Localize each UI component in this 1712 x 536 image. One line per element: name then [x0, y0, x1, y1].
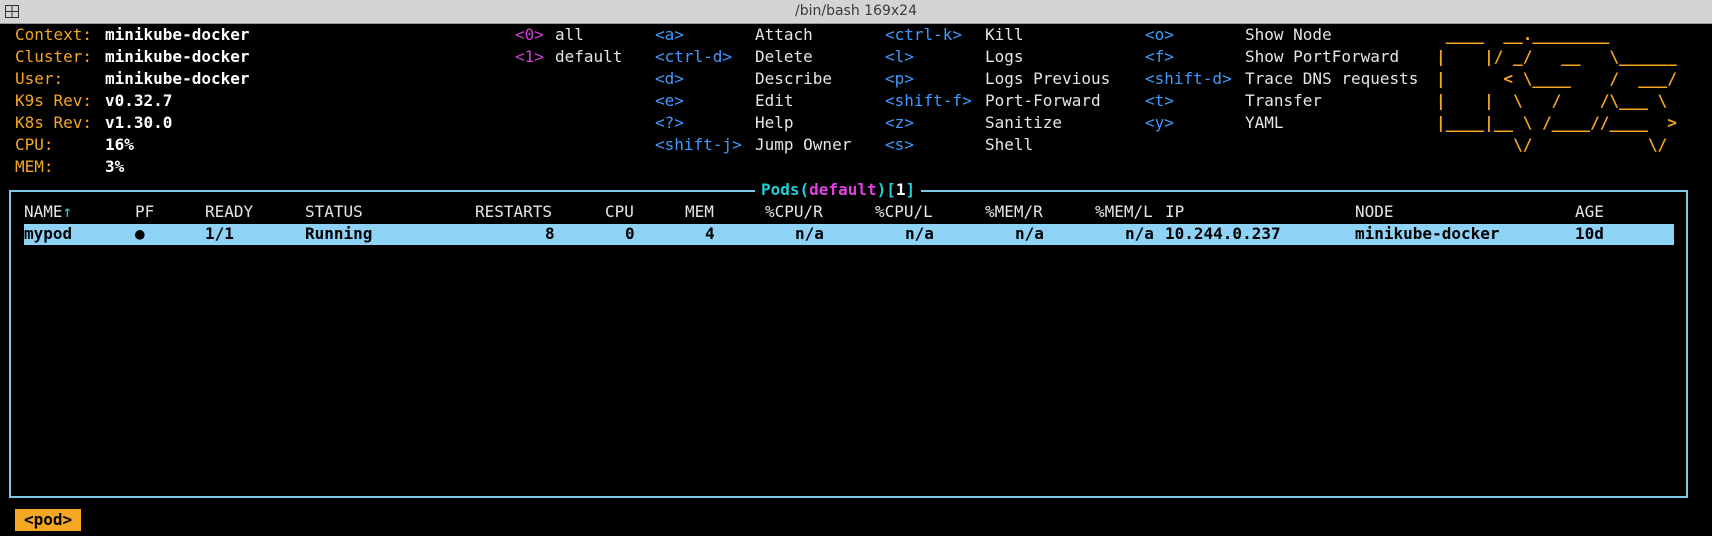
- view-close-bracket: ]: [905, 180, 916, 199]
- column-header-cpu-l[interactable]: %CPU/L: [875, 201, 933, 223]
- column-header-cpu[interactable]: CPU: [605, 201, 634, 223]
- info-value-context: minikube-docker: [105, 25, 250, 44]
- view-resource: Pods: [761, 180, 800, 199]
- info-label-k9s-rev: K9s Rev:: [15, 91, 93, 110]
- shortcut-jump-owner[interactable]: Jump Owner: [755, 134, 851, 156]
- info-value-mem: 3%: [105, 157, 125, 176]
- shortcut-logs[interactable]: Logs: [985, 46, 1024, 68]
- view-title: Pods(default)[1]: [755, 179, 922, 201]
- logo-line: | |/ _/ __ \______: [1436, 47, 1677, 66]
- info-label-context: Context:: [15, 25, 93, 44]
- cell-cpu: 0: [625, 224, 635, 243]
- breadcrumb-pod[interactable]: <pod>: [15, 509, 82, 531]
- shortcut-key-kill[interactable]: <ctrl-k>: [885, 24, 962, 46]
- view-open-paren: (: [799, 180, 810, 199]
- shortcut-trace-dns[interactable]: Trace DNS requests: [1245, 68, 1418, 90]
- shortcut-key-help[interactable]: <?>: [655, 112, 684, 134]
- column-header-mem[interactable]: MEM: [685, 201, 714, 223]
- shortcut-key-trace-dns[interactable]: <shift-d>: [1145, 68, 1232, 90]
- port-forward-dot-icon: ●: [135, 224, 145, 243]
- window-title: /bin/bash 169x24: [795, 3, 917, 19]
- column-header-status[interactable]: STATUS: [305, 201, 363, 223]
- column-header-mem-r[interactable]: %MEM/R: [985, 201, 1043, 223]
- shortcut-key-edit[interactable]: <e>: [655, 90, 684, 112]
- column-header-restarts[interactable]: RESTARTS: [475, 201, 552, 223]
- info-value-k9s-rev: v0.32.7: [105, 91, 173, 110]
- view-namespace: default: [809, 180, 877, 199]
- shortcut-logs-previous[interactable]: Logs Previous: [985, 68, 1110, 90]
- column-header-ip[interactable]: IP: [1165, 201, 1184, 223]
- cell-mem-l: n/a: [1125, 224, 1154, 243]
- cell-cpu-l: n/a: [905, 224, 934, 243]
- shortcut-transfer[interactable]: Transfer: [1245, 90, 1322, 112]
- shortcut-edit[interactable]: Edit: [755, 90, 794, 112]
- shortcut-key-jump-owner[interactable]: <shift-j>: [655, 134, 742, 156]
- cell-status: Running: [305, 224, 373, 243]
- cell-ready: 1/1: [205, 224, 234, 243]
- window-titlebar: /bin/bash 169x24: [0, 0, 1712, 24]
- info-label-cpu: CPU:: [15, 135, 54, 154]
- info-label-k8s-rev: K8s Rev:: [15, 113, 93, 132]
- shortcut-shell[interactable]: Shell: [985, 134, 1033, 156]
- shortcut-help[interactable]: Help: [755, 112, 794, 134]
- namespace-default[interactable]: default: [555, 46, 622, 68]
- shortcut-port-forward[interactable]: Port-Forward: [985, 90, 1101, 112]
- shortcut-key-port-forward[interactable]: <shift-f>: [885, 90, 972, 112]
- column-header-mem-l[interactable]: %MEM/L: [1095, 201, 1153, 223]
- cell-mem-r: n/a: [1015, 224, 1044, 243]
- column-header-age[interactable]: AGE: [1575, 201, 1604, 223]
- shortcut-yaml[interactable]: YAML: [1245, 112, 1284, 134]
- shortcut-describe[interactable]: Describe: [755, 68, 832, 90]
- shortcut-show-node[interactable]: Show Node: [1245, 24, 1332, 46]
- logo-line: ____ __.________: [1436, 25, 1610, 44]
- namespace-key-default[interactable]: <1>: [515, 46, 544, 68]
- shortcut-key-delete[interactable]: <ctrl-d>: [655, 46, 732, 68]
- shortcut-sanitize[interactable]: Sanitize: [985, 112, 1062, 134]
- cell-node: minikube-docker: [1355, 224, 1500, 243]
- view-count: 1: [895, 180, 906, 199]
- cell-name: mypod: [24, 224, 73, 243]
- info-label-user: User:: [15, 69, 64, 88]
- shortcut-delete[interactable]: Delete: [755, 46, 813, 68]
- view-open-bracket: [: [886, 180, 896, 199]
- shortcut-key-transfer[interactable]: <t>: [1145, 90, 1174, 112]
- cell-cpu-r: n/a: [795, 224, 824, 243]
- shortcut-attach[interactable]: Attach: [755, 24, 813, 46]
- info-label-cluster: Cluster:: [15, 47, 93, 66]
- column-header-ready[interactable]: READY: [205, 201, 253, 223]
- info-value-cluster: minikube-docker: [105, 47, 250, 66]
- shortcut-key-describe[interactable]: <d>: [655, 68, 684, 90]
- cell-mem: 4: [705, 224, 715, 243]
- namespace-key-all[interactable]: <0>: [515, 24, 544, 46]
- info-value-k8s-rev: v1.30.0: [105, 113, 173, 132]
- shortcut-key-attach[interactable]: <a>: [655, 24, 684, 46]
- shortcut-key-logs-previous[interactable]: <p>: [885, 68, 914, 90]
- view-close-paren: ): [876, 180, 887, 199]
- column-header-cpu-r[interactable]: %CPU/R: [765, 201, 823, 223]
- logo-line: | < \____ / ___/: [1436, 69, 1677, 88]
- shortcut-key-show-portforward[interactable]: <f>: [1145, 46, 1174, 68]
- info-value-user: minikube-docker: [105, 69, 250, 88]
- shortcut-kill[interactable]: Kill: [985, 24, 1024, 46]
- shortcut-key-yaml[interactable]: <y>: [1145, 112, 1174, 134]
- logo-line: |____|__ \ /____//____ >: [1436, 113, 1677, 132]
- logo-line: \/ \/: [1436, 135, 1668, 154]
- shortcut-key-logs[interactable]: <l>: [885, 46, 914, 68]
- column-header-name[interactable]: NAME↑: [24, 201, 72, 223]
- shortcut-key-sanitize[interactable]: <z>: [885, 112, 914, 134]
- cell-age: 10d: [1575, 224, 1604, 243]
- info-label-mem: MEM:: [15, 157, 54, 176]
- namespace-all[interactable]: all: [555, 24, 584, 46]
- shortcut-key-shell[interactable]: <s>: [885, 134, 914, 156]
- shortcut-show-portforward[interactable]: Show PortForward: [1245, 46, 1399, 68]
- column-header-pf[interactable]: PF: [135, 201, 154, 223]
- column-header-node[interactable]: NODE: [1355, 201, 1394, 223]
- shortcut-key-show-node[interactable]: <o>: [1145, 24, 1174, 46]
- cell-ip: 10.244.0.237: [1165, 224, 1281, 243]
- logo-line: | | \ / /\___ \: [1436, 91, 1668, 110]
- sort-arrow-icon: ↑: [62, 202, 73, 221]
- cell-restarts: 8: [545, 224, 555, 243]
- info-value-cpu: 16%: [105, 135, 134, 154]
